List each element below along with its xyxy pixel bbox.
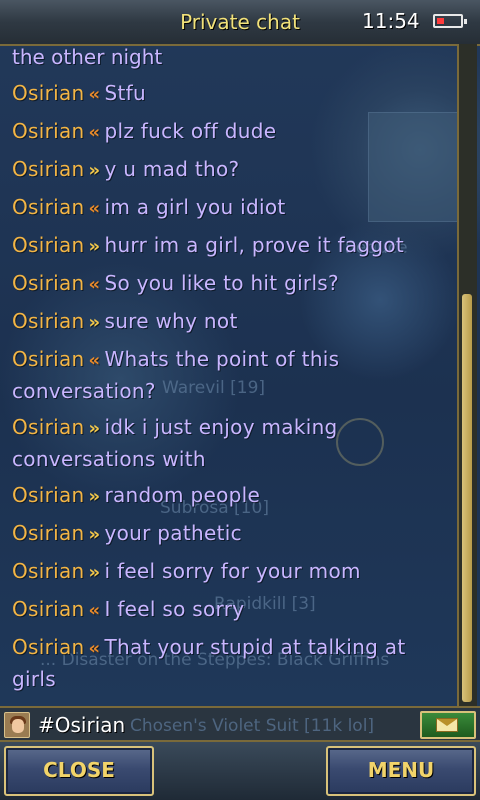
chat-message: Osirian «So you like to hit girls?: [6, 268, 456, 300]
chat-fragment: the other night: [12, 45, 163, 69]
status-clock: 11:54: [362, 9, 420, 33]
incoming-arrow-icon: «: [88, 638, 101, 659]
chat-message: Osirian» sure why not: [6, 306, 456, 338]
avatar-face: [12, 719, 24, 733]
chat-sender[interactable]: Osirian: [12, 415, 85, 439]
chat-text: random people: [104, 483, 261, 507]
bottom-bar: CLOSE MENU: [0, 742, 480, 800]
chat-sender[interactable]: Osirian: [12, 119, 85, 143]
chat-sender[interactable]: Osirian: [12, 347, 85, 371]
incoming-arrow-icon: «: [88, 122, 101, 143]
chat-message: Osirian» your pathetic: [6, 518, 456, 550]
incoming-arrow-icon: «: [88, 198, 101, 219]
mail-button[interactable]: [420, 711, 476, 739]
outgoing-arrow-icon: »: [88, 160, 101, 181]
chat-message: Osirian» random people: [6, 480, 456, 512]
battery-level: [437, 18, 444, 24]
incoming-arrow-icon: «: [88, 350, 101, 371]
chat-message: Osirian «Whats the point of this conversa…: [6, 344, 456, 406]
title-bar: Private chat 11:54: [0, 0, 480, 46]
chat-text: So you like to hit girls?: [104, 271, 339, 295]
battery-icon: [433, 14, 467, 28]
scrollbar-thumb[interactable]: [462, 294, 472, 702]
chat-message: Osirian» y u mad tho?: [6, 154, 456, 186]
incoming-arrow-icon: «: [88, 84, 101, 105]
outgoing-arrow-icon: »: [88, 524, 101, 545]
outgoing-arrow-icon: »: [88, 236, 101, 257]
chat-input-bar: Chosen's Violet Suit [11k lol] #Osirian: [0, 706, 480, 742]
chat-text: I feel so sorry: [104, 597, 245, 621]
chat-text: i feel sorry for your mom: [104, 559, 361, 583]
outgoing-arrow-icon: »: [88, 418, 101, 439]
chat-sender[interactable]: Osirian: [12, 483, 85, 507]
chat-message: Osirian «im a girl you idiot: [6, 192, 456, 224]
outgoing-arrow-icon: »: [88, 312, 101, 333]
chat-text: sure why not: [104, 309, 238, 333]
chat-text: im a girl you idiot: [104, 195, 286, 219]
chat-sender[interactable]: Osirian: [12, 597, 85, 621]
chat-sender[interactable]: Osirian: [12, 559, 85, 583]
chat-message: Osirian «plz fuck off dude: [6, 116, 456, 148]
channel-name[interactable]: #Osirian: [38, 713, 125, 737]
chat-text: y u mad tho?: [104, 157, 240, 181]
chat-text: Stfu: [104, 81, 146, 105]
outgoing-arrow-icon: »: [88, 562, 101, 583]
incoming-arrow-icon: «: [88, 600, 101, 621]
chat-text: plz fuck off dude: [104, 119, 277, 143]
chat-sender[interactable]: Osirian: [12, 309, 85, 333]
chat-sender[interactable]: Osirian: [12, 233, 85, 257]
chat-sender[interactable]: Osirian: [12, 521, 85, 545]
close-button[interactable]: CLOSE: [4, 746, 154, 796]
chat-sender[interactable]: Osirian: [12, 195, 85, 219]
avatar[interactable]: [4, 712, 30, 738]
chat-message: Osirian» hurr im a girl, prove it faggot: [6, 230, 456, 262]
chat-sender[interactable]: Osirian: [12, 635, 85, 659]
bg-text-suit: Chosen's Violet Suit [11k lol]: [130, 716, 375, 736]
chat-message: Osirian» i feel sorry for your mom: [6, 556, 456, 588]
chat-text: your pathetic: [104, 521, 242, 545]
chat-sender[interactable]: Osirian: [12, 271, 85, 295]
chat-message: Osirian» idk i just enjoy making conversa…: [6, 412, 456, 474]
chat-scrollbar[interactable]: [457, 44, 477, 706]
chat-text: hurr im a girl, prove it faggot: [104, 233, 405, 257]
chat-message: Osirian «Stfu: [6, 78, 456, 110]
chat-message: Osirian «I feel so sorry: [6, 594, 456, 626]
chat-message: Osirian «That your stupid at talking at g…: [6, 632, 456, 694]
menu-button[interactable]: MENU: [326, 746, 476, 796]
outgoing-arrow-icon: »: [88, 486, 101, 507]
incoming-arrow-icon: «: [88, 274, 101, 295]
chat-log[interactable]: the other night Osirian «Stfu Osirian «plz …: [6, 44, 456, 706]
chat-sender[interactable]: Osirian: [12, 157, 85, 181]
envelope-icon: [436, 718, 458, 732]
chat-sender[interactable]: Osirian: [12, 81, 85, 105]
